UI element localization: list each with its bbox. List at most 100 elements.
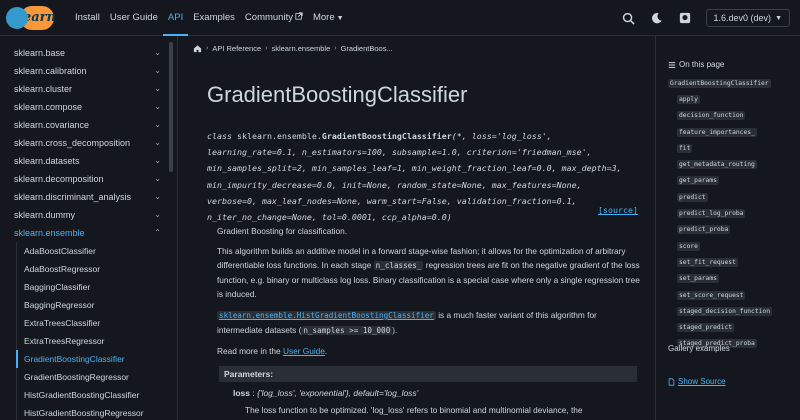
chevron-down-icon[interactable]: ⌄ xyxy=(154,98,161,116)
sidebar-subitem-adaboostregressor[interactable]: AdaBoostRegressor xyxy=(17,260,177,278)
read-more-text: Read more in the xyxy=(217,346,283,356)
dark-mode-moon-icon[interactable] xyxy=(650,11,664,25)
toc-item-set-params[interactable]: set_params xyxy=(668,271,772,287)
breadcrumb-api-reference[interactable]: API Reference xyxy=(212,44,261,53)
sidebar-item-covariance[interactable]: sklearn.covariance ⌄ xyxy=(0,116,177,134)
toc-item-label: predict_log_proba xyxy=(677,209,746,219)
chevron-up-icon[interactable]: ⌃ xyxy=(154,224,161,242)
sidebar-item-label: sklearn.cluster xyxy=(14,84,73,94)
toc-item-get-params[interactable]: get_params xyxy=(668,173,772,189)
nav-api[interactable]: API xyxy=(162,0,189,36)
nav-more-label: More xyxy=(312,11,335,23)
toc-item-label: staged_predict xyxy=(677,323,735,333)
toc-item-set-score-request[interactable]: set_score_request xyxy=(668,287,772,303)
nav-install[interactable]: Install xyxy=(70,0,105,36)
sidebar-item-label: sklearn.base xyxy=(14,48,66,58)
sidebar-item-ensemble[interactable]: sklearn.ensemble ⌃ xyxy=(0,224,177,242)
signature-params-start: (*, loss='log_loss', xyxy=(451,131,552,141)
sidebar-item-datasets[interactable]: sklearn.datasets ⌄ xyxy=(0,152,177,170)
source-link[interactable]: [source] xyxy=(598,205,638,215)
chevron-down-icon[interactable]: ⌄ xyxy=(154,170,161,188)
breadcrumb-sklearn-ensemble[interactable]: sklearn.ensemble xyxy=(271,44,330,53)
nav-examples[interactable]: Examples xyxy=(188,0,240,36)
nav-more[interactable]: More ▼ xyxy=(308,0,349,36)
sidebar-item-label: sklearn.cross_decomposition xyxy=(14,138,131,148)
sidebar-subitem-adaboostclassifier[interactable]: AdaBoostClassifier xyxy=(17,242,177,260)
toc-item-set-fit-request[interactable]: set_fit_request xyxy=(668,254,772,270)
toc-item-score[interactable]: score xyxy=(668,238,772,254)
sidebar: sklearn.base ⌄ sklearn.calibration ⌄ sklea… xyxy=(0,36,178,420)
toc-class-label: GradientBoostingClassifier xyxy=(668,78,771,88)
toc-item-label: predict xyxy=(677,192,708,202)
sidebar-subitem-histgradientboostingregressor[interactable]: HistGradientBoostingRegressor xyxy=(17,404,177,420)
show-source-link[interactable]: Show Source xyxy=(668,377,726,386)
scikit-learn-logo[interactable]: learn xyxy=(0,0,70,36)
chevron-down-icon[interactable]: ⌄ xyxy=(154,134,161,152)
toc-item-label: fit xyxy=(677,143,693,153)
toc-item-class[interactable]: GradientBoostingClassifier xyxy=(668,75,772,91)
sidebar-item-decomposition[interactable]: sklearn.decomposition ⌄ xyxy=(0,170,177,188)
sidebar-item-label: sklearn.dummy xyxy=(14,210,76,220)
nav-community-label: Community xyxy=(244,11,293,23)
sidebar-item-calibration[interactable]: sklearn.calibration ⌄ xyxy=(0,62,177,80)
toc-item-label: decision_function xyxy=(677,111,746,121)
sidebar-item-discriminant-analysis[interactable]: sklearn.discriminant_analysis ⌄ xyxy=(0,188,177,206)
search-icon[interactable] xyxy=(622,11,636,25)
toc-item-apply[interactable]: apply xyxy=(668,91,772,107)
toc-item-staged-decision-function[interactable]: staged_decision_function xyxy=(668,303,772,319)
signature-line-1: class sklearn.ensemble.GradientBoostingC… xyxy=(207,128,647,144)
breadcrumb-separator-icon: › xyxy=(265,45,268,52)
sidebar-item-label: sklearn.decomposition xyxy=(14,174,104,184)
sidebar-subitem-baggingregressor[interactable]: BaggingRegressor xyxy=(17,296,177,314)
toc-item-predict[interactable]: predict xyxy=(668,189,772,205)
toc-heading: On this page xyxy=(668,60,724,69)
chevron-down-icon[interactable]: ⌄ xyxy=(154,62,161,80)
home-icon[interactable] xyxy=(193,44,202,53)
ensemble-submenu: AdaBoostClassifier AdaBoostRegressor Bag… xyxy=(16,242,177,420)
sidebar-item-cross-decomposition[interactable]: sklearn.cross_decomposition ⌄ xyxy=(0,134,177,152)
right-toc: On this page GradientBoostingClassifier … xyxy=(655,36,800,420)
hist-gradient-boosting-link[interactable]: sklearn.ensemble.HistGradientBoostingCla… xyxy=(217,311,436,320)
sidebar-subitem-baggingclassifier[interactable]: BaggingClassifier xyxy=(17,278,177,296)
toc-item-label: get_metadata_routing xyxy=(677,160,757,170)
toc-heading-label: On this page xyxy=(679,60,725,69)
sidebar-item-label: sklearn.discriminant_analysis xyxy=(14,192,132,202)
version-switcher[interactable]: 1.6.dev0 (dev) ▼ xyxy=(705,9,790,27)
chevron-down-icon[interactable]: ⌄ xyxy=(154,188,161,206)
toc-gallery-examples[interactable]: Gallery examples xyxy=(668,344,730,353)
sidebar-item-cluster[interactable]: sklearn.cluster ⌄ xyxy=(0,80,177,98)
sidebar-item-dummy[interactable]: sklearn.dummy ⌄ xyxy=(0,206,177,224)
signature-line-3: min_samples_split=2, min_samples_leaf=1,… xyxy=(207,163,622,174)
chevron-down-icon[interactable]: ⌄ xyxy=(154,116,161,134)
description-paragraph-2: sklearn.ensemble.HistGradientBoostingCla… xyxy=(217,308,641,338)
sidebar-subitem-gradientboostingclassifier[interactable]: GradientBoostingClassifier xyxy=(16,350,177,368)
chevron-down-icon[interactable]: ⌄ xyxy=(154,80,161,98)
toc-item-predict-log-proba[interactable]: predict_log_proba xyxy=(668,205,772,221)
param-loss: loss : {'log_loss', 'exponential'}, defa… xyxy=(233,388,418,398)
toc-item-predict-proba[interactable]: predict_proba xyxy=(668,222,772,238)
sidebar-subitem-extratreesregressor[interactable]: ExtraTreesRegressor xyxy=(17,332,177,350)
sidebar-subitem-extratreesclassifier[interactable]: ExtraTreesClassifier xyxy=(17,314,177,332)
toc-item-label: set_fit_request xyxy=(677,257,738,267)
chevron-down-icon[interactable]: ⌄ xyxy=(154,152,161,170)
nav-community[interactable]: Community xyxy=(240,0,308,36)
toc-item-feature-importances[interactable]: feature_importances_ xyxy=(668,124,772,140)
user-guide-link[interactable]: User Guide xyxy=(283,346,325,356)
toc-item-decision-function[interactable]: decision_function xyxy=(668,108,772,124)
chevron-down-icon[interactable]: ⌄ xyxy=(154,206,161,224)
github-icon[interactable] xyxy=(678,11,692,25)
toc-item-get-metadata-routing[interactable]: get_metadata_routing xyxy=(668,156,772,172)
breadcrumb-separator-icon: › xyxy=(334,45,337,52)
nav-user-guide[interactable]: User Guide xyxy=(105,0,163,36)
toc-item-staged-predict[interactable]: staged_predict xyxy=(668,319,772,335)
toc-item-label: feature_importances_ xyxy=(677,127,757,137)
sidebar-item-compose[interactable]: sklearn.compose ⌄ xyxy=(0,98,177,116)
sidebar-subitem-histgradientboostingclassifier[interactable]: HistGradientBoostingClassifier xyxy=(17,386,177,404)
toc-item-label: staged_decision_function xyxy=(677,306,772,316)
toc-item-label: apply xyxy=(677,94,700,104)
sidebar-subitem-gradientboostingregressor[interactable]: GradientBoostingRegressor xyxy=(17,368,177,386)
list-icon xyxy=(668,61,676,68)
sidebar-item-base[interactable]: sklearn.base ⌄ xyxy=(0,44,177,62)
toc-item-fit[interactable]: fit xyxy=(668,140,772,156)
chevron-down-icon[interactable]: ⌄ xyxy=(154,44,161,62)
